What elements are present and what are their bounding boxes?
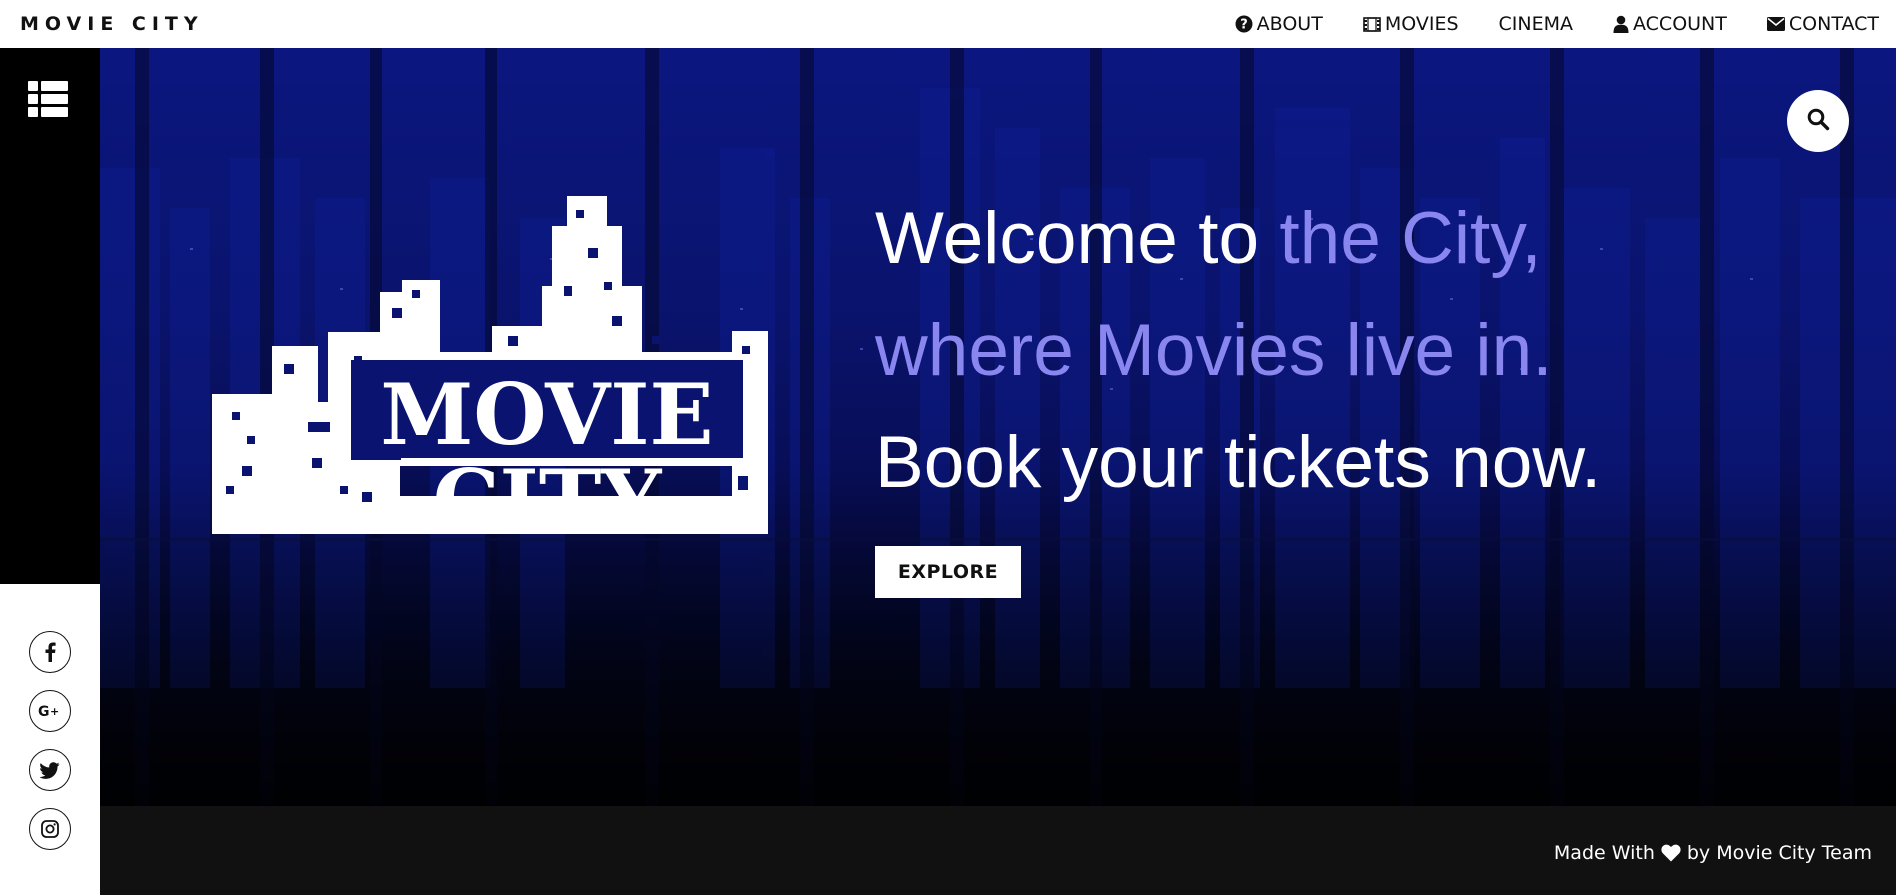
footer-by-team: by Movie City Team — [1686, 842, 1872, 864]
svg-text:?: ? — [1240, 18, 1248, 33]
main-nav: ? ABOUT MOVIES CINEMA ACCOUNT CONTACT — [1195, 13, 1879, 35]
hero-section: MOVIE CITY Welcome to the City, where Mo… — [100, 48, 1896, 806]
headline-welcome: Welcome to — [875, 198, 1280, 279]
heart-icon — [1661, 844, 1681, 862]
user-icon — [1613, 15, 1629, 33]
footer-credit: Made With by Movie City Team — [1554, 842, 1872, 864]
sidebar — [0, 48, 100, 584]
nav-account[interactable]: ACCOUNT — [1613, 13, 1727, 35]
top-navbar: MOVIE CITY ? ABOUT MOVIES CINEMA ACCOUNT — [0, 0, 1896, 48]
nav-contact[interactable]: CONTACT — [1766, 13, 1879, 35]
nav-movies[interactable]: MOVIES — [1363, 13, 1459, 35]
list-icon[interactable] — [28, 81, 68, 117]
footer-made-with: Made With — [1553, 842, 1655, 864]
nav-about-label: ABOUT — [1256, 13, 1323, 35]
envelope-icon — [1766, 17, 1785, 31]
search-icon — [1806, 107, 1830, 135]
facebook-icon[interactable] — [29, 631, 71, 673]
svg-text:+: + — [50, 705, 59, 718]
headline-line-2: where Movies live in. — [875, 310, 1553, 391]
nav-cinema-label: CINEMA — [1498, 13, 1573, 35]
headline-line-3: Book your tickets now. — [875, 422, 1602, 503]
film-icon — [1363, 16, 1381, 32]
nav-movies-label: MOVIES — [1384, 13, 1459, 35]
svg-text:G: G — [38, 704, 50, 719]
logo-text-movie: MOVIE — [380, 365, 713, 464]
nav-about[interactable]: ? ABOUT — [1235, 13, 1323, 35]
nav-contact-label: CONTACT — [1788, 13, 1879, 35]
hero-headline: Welcome to the City, where Movies live i… — [875, 183, 1775, 519]
nav-cinema[interactable]: CINEMA — [1499, 13, 1573, 35]
footer: Made With by Movie City Team — [100, 806, 1896, 895]
headline-the-city: the City, — [1279, 198, 1542, 279]
google-plus-icon[interactable]: G + — [29, 690, 71, 732]
instagram-icon[interactable] — [29, 808, 71, 850]
nav-account-label: ACCOUNT — [1633, 13, 1727, 35]
movie-city-logo: MOVIE CITY — [212, 196, 768, 550]
explore-button[interactable]: EXPLORE — [875, 546, 1021, 598]
question-circle-icon: ? — [1235, 15, 1253, 33]
brand-name[interactable]: MOVIE CITY — [20, 13, 204, 35]
social-links: G + — [0, 584, 100, 895]
logo-text-city: CITY — [433, 451, 663, 534]
headline-line-1: Welcome to the City, — [875, 183, 1775, 295]
search-button[interactable] — [1787, 90, 1849, 152]
twitter-icon[interactable] — [29, 749, 71, 791]
